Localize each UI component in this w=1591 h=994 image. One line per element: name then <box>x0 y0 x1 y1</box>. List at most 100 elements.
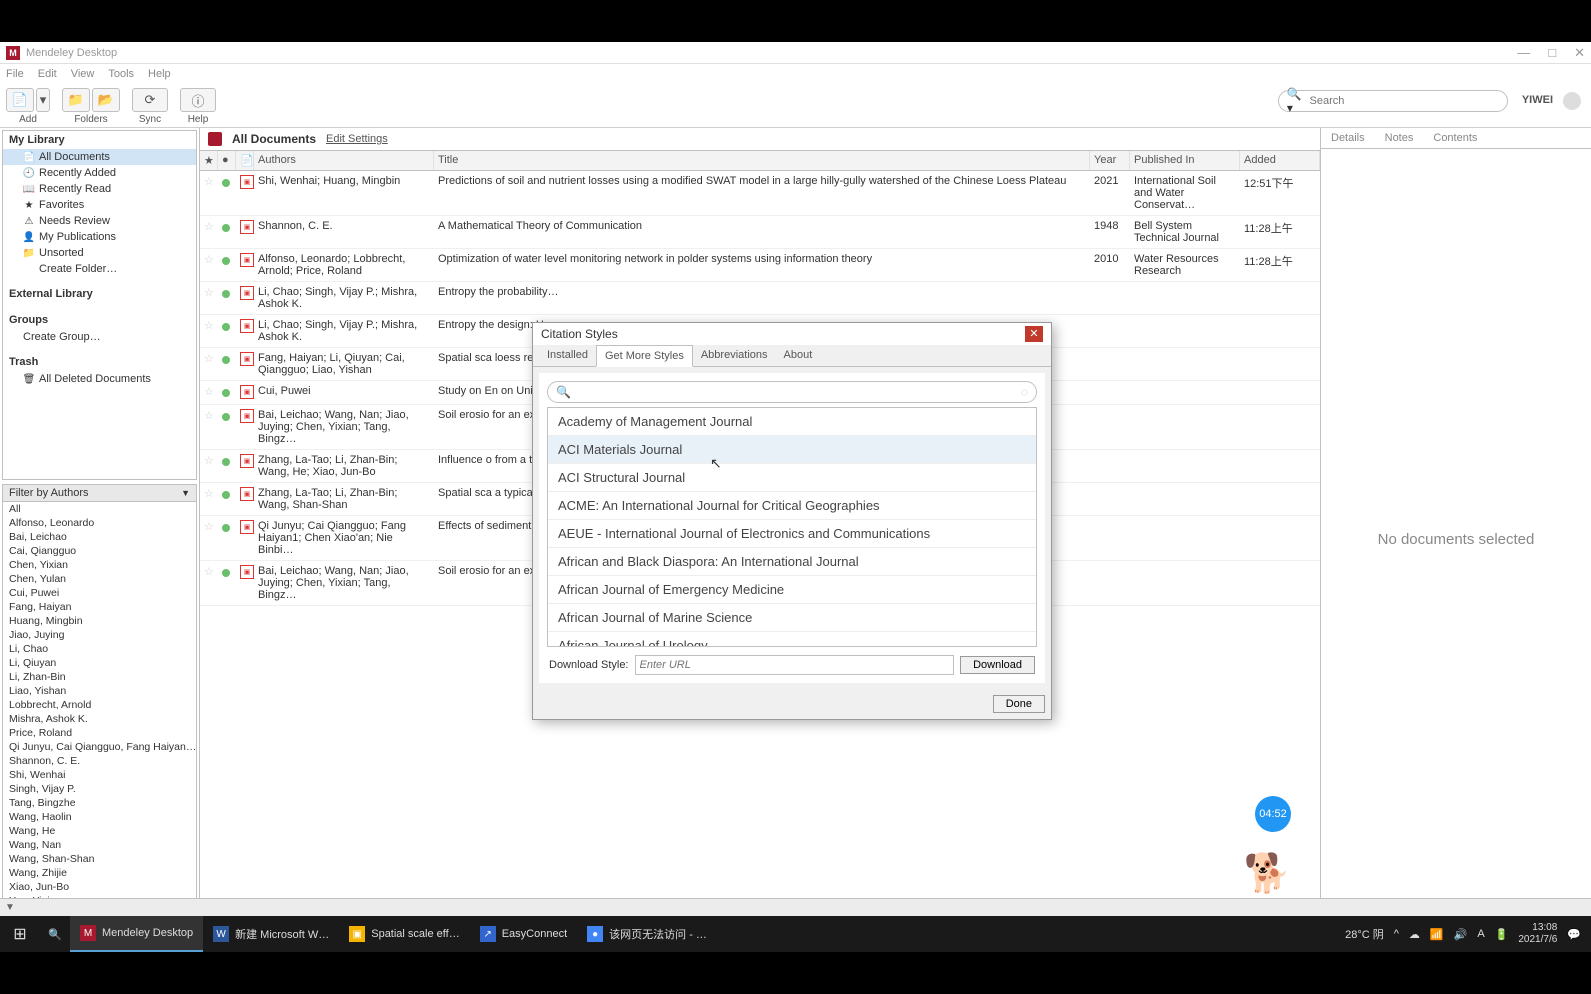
library-item[interactable]: 🕘Recently Added <box>3 165 196 181</box>
taskbar-item[interactable]: MMendeley Desktop <box>70 916 203 952</box>
filter-item[interactable]: Wang, He <box>3 824 196 838</box>
filter-item[interactable]: Xiao, Jun-Bo <box>3 880 196 894</box>
filter-item[interactable]: Huang, Mingbin <box>3 614 196 628</box>
sync-button[interactable]: ⟳ <box>132 88 168 112</box>
filter-item[interactable]: Lobbrecht, Arnold <box>3 698 196 712</box>
filter-item[interactable]: All <box>3 502 196 516</box>
create-group-item[interactable]: Create Group… <box>3 329 196 345</box>
library-item[interactable]: 👤My Publications <box>3 229 196 245</box>
filter-header[interactable]: Filter by Authors▼ <box>3 485 196 502</box>
filter-item[interactable]: Wang, Haolin <box>3 810 196 824</box>
filter-item[interactable]: Bai, Leichao <box>3 530 196 544</box>
add-dropdown[interactable]: ▾ <box>36 88 50 112</box>
style-item[interactable]: African Journal of Marine Science <box>548 604 1036 632</box>
col-published-in[interactable]: Published In <box>1130 151 1240 170</box>
filter-item[interactable]: Jiao, Juying <box>3 628 196 642</box>
tray-battery-icon[interactable]: 🔋 <box>1495 928 1509 941</box>
edit-settings-link[interactable]: Edit Settings <box>326 133 388 145</box>
download-url-input[interactable] <box>635 655 955 675</box>
filter-item[interactable]: Singh, Vijay P. <box>3 782 196 796</box>
tray-cloud-icon[interactable]: ☁ <box>1409 928 1420 941</box>
filter-item[interactable]: Cui, Puwei <box>3 586 196 600</box>
notification-button[interactable]: 💬 <box>1567 928 1581 941</box>
style-search-input[interactable] <box>571 386 1021 398</box>
filter-item[interactable]: Mishra, Ashok K. <box>3 712 196 726</box>
filter-item[interactable]: Liao, Yishan <box>3 684 196 698</box>
table-row[interactable]: ☆▣Alfonso, Leonardo; Lobbrecht, Arnold; … <box>200 249 1320 282</box>
tray-volume-icon[interactable]: 🔊 <box>1454 928 1468 941</box>
library-item[interactable]: 📁Unsorted <box>3 245 196 261</box>
dialog-tab[interactable]: Installed <box>539 345 596 366</box>
statusbar-arrow-icon[interactable]: ▼ <box>0 902 20 913</box>
col-year[interactable]: Year <box>1090 151 1130 170</box>
library-item[interactable]: ★Favorites <box>3 197 196 213</box>
style-item[interactable]: Academy of Management Journal <box>548 408 1036 436</box>
maximize-button[interactable]: □ <box>1548 45 1556 61</box>
search-box[interactable]: 🔍▾ <box>1278 90 1508 112</box>
col-added[interactable]: Added <box>1240 151 1320 170</box>
menu-help[interactable]: Help <box>148 68 171 80</box>
tab-contents[interactable]: Contents <box>1423 128 1487 148</box>
style-item[interactable]: AEUE - International Journal of Electron… <box>548 520 1036 548</box>
weather-widget[interactable]: 28°C 阴 <box>1345 926 1384 942</box>
filter-item[interactable]: Chen, Yulan <box>3 572 196 586</box>
dialog-close-button[interactable]: ✕ <box>1025 326 1043 342</box>
new-folder-button[interactable]: 📁 <box>62 88 90 112</box>
style-list[interactable]: Academy of Management JournalACI Materia… <box>547 407 1037 647</box>
search-input[interactable] <box>1310 95 1499 107</box>
close-button[interactable]: ✕ <box>1574 45 1585 61</box>
taskbar-search-button[interactable]: 🔍 <box>40 928 70 941</box>
filter-item[interactable]: Cai, Qiangguo <box>3 544 196 558</box>
style-item[interactable]: ACI Materials Journal <box>548 436 1036 464</box>
avatar[interactable] <box>1563 92 1581 110</box>
style-item[interactable]: ACI Structural Journal <box>548 464 1036 492</box>
filter-item[interactable]: Tang, Bingzhe <box>3 796 196 810</box>
taskbar-item[interactable]: ●该网页无法访问 - … <box>577 916 717 952</box>
tab-notes[interactable]: Notes <box>1375 128 1424 148</box>
tray-chevron-icon[interactable]: ^ <box>1394 928 1399 940</box>
style-item[interactable]: ACME: An International Journal for Criti… <box>548 492 1036 520</box>
library-item[interactable]: 📄All Documents <box>3 149 196 165</box>
library-item[interactable]: Create Folder… <box>3 261 196 277</box>
filter-item[interactable]: Shi, Wenhai <box>3 768 196 782</box>
all-deleted-item[interactable]: 🗑All Deleted Documents <box>3 371 196 387</box>
filter-item[interactable]: Wang, Zhijie <box>3 866 196 880</box>
filter-item[interactable]: Price, Roland <box>3 726 196 740</box>
filter-item[interactable]: Wang, Shan-Shan <box>3 852 196 866</box>
filter-item[interactable]: Qi Junyu, Cai Qiangguo, Fang Haiyan… <box>3 740 196 754</box>
minimize-button[interactable]: — <box>1517 45 1530 61</box>
filter-item[interactable]: Li, Chao <box>3 642 196 656</box>
col-attachment[interactable]: 📄 <box>236 151 254 170</box>
start-button[interactable]: ⊞ <box>0 924 40 944</box>
tab-details[interactable]: Details <box>1321 128 1375 148</box>
col-favorite[interactable]: ★ <box>200 151 218 170</box>
filter-item[interactable]: Fang, Haiyan <box>3 600 196 614</box>
library-item[interactable]: ⚠Needs Review <box>3 213 196 229</box>
col-authors[interactable]: Authors <box>254 151 434 170</box>
filter-item[interactable]: Wang, Nan <box>3 838 196 852</box>
filter-item[interactable]: Chen, Yixian <box>3 558 196 572</box>
add-button[interactable]: 📄 <box>6 88 34 112</box>
remove-folder-button[interactable]: 📂 <box>92 88 120 112</box>
dialog-tab[interactable]: Abbreviations <box>693 345 776 366</box>
menu-tools[interactable]: Tools <box>108 68 134 80</box>
filter-item[interactable]: Li, Zhan-Bin <box>3 670 196 684</box>
dialog-tab[interactable]: About <box>776 345 821 366</box>
download-button[interactable]: Download <box>960 656 1035 674</box>
style-item[interactable]: African Journal of Emergency Medicine <box>548 576 1036 604</box>
style-item[interactable]: African and Black Diaspora: An Internati… <box>548 548 1036 576</box>
taskbar-item[interactable]: W新建 Microsoft W… <box>203 916 339 952</box>
col-title[interactable]: Title <box>434 151 1090 170</box>
menu-edit[interactable]: Edit <box>38 68 57 80</box>
dialog-tab[interactable]: Get More Styles <box>596 345 693 367</box>
col-read[interactable]: ● <box>218 151 236 170</box>
menu-file[interactable]: File <box>6 68 24 80</box>
library-item[interactable]: 📖Recently Read <box>3 181 196 197</box>
clock[interactable]: 13:08 2021/7/6 <box>1518 922 1557 946</box>
done-button[interactable]: Done <box>993 695 1045 713</box>
taskbar-item[interactable]: ▣Spatial scale eff… <box>339 916 469 952</box>
filter-item[interactable]: Shannon, C. E. <box>3 754 196 768</box>
style-item[interactable]: African Journal of Urology <box>548 632 1036 647</box>
help-button[interactable]: ⓘ <box>180 88 216 112</box>
filter-item[interactable]: Li, Qiuyan <box>3 656 196 670</box>
